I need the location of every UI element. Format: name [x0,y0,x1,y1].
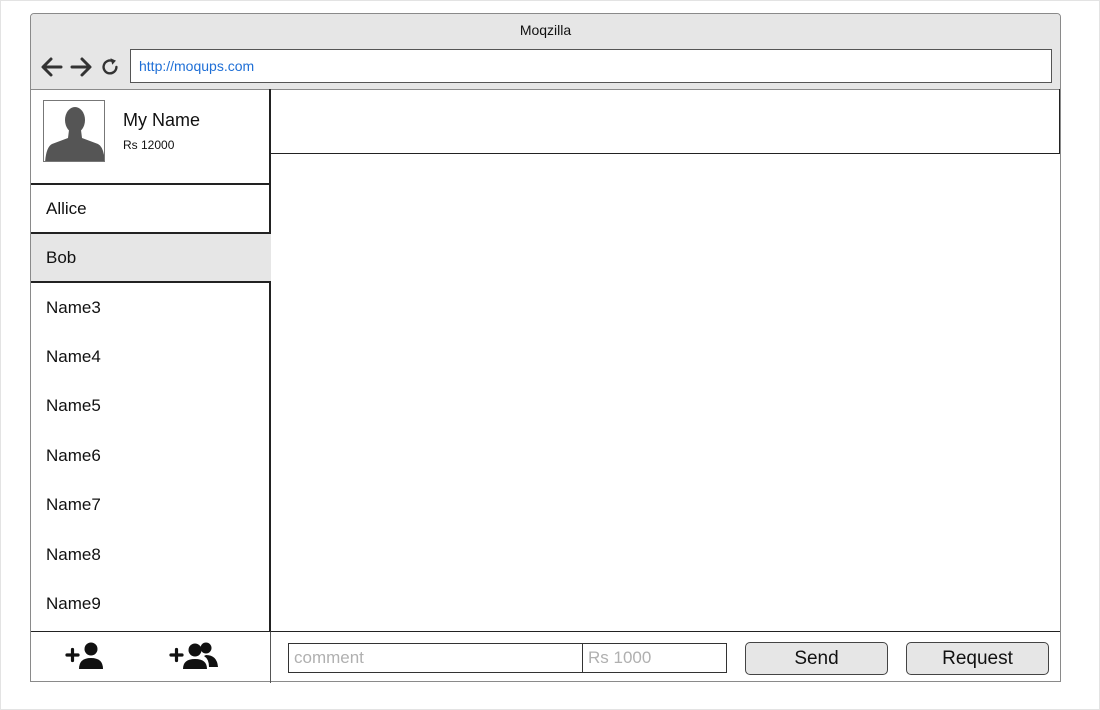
amount-input[interactable] [582,643,727,673]
sidebar-footer [31,631,271,683]
contact-item-name5[interactable]: Name5 [31,382,271,431]
url-bar[interactable]: http://moqups.com [130,49,1052,83]
url-text: http://moqups.com [139,58,255,74]
contact-label: Name3 [46,298,101,317]
contact-item-name8[interactable]: Name8 [31,531,271,580]
composer-bar: Send Request [271,631,1060,683]
chat-messages-area [271,154,1060,631]
window-title: Moqzilla [519,22,572,38]
contact-label: Name4 [46,347,101,366]
contact-label: Name6 [46,446,101,465]
back-arrow-icon[interactable] [40,55,64,79]
contacts-sidebar: My Name Rs 12000 Allice Bob Name3 Name4 … [31,89,271,631]
add-user-icon[interactable] [65,641,107,673]
contact-label: Allice [46,199,87,218]
profile-name: My Name [123,110,201,130]
user-silhouette-icon [44,101,104,161]
contact-item-allice[interactable]: Allice [31,185,271,234]
forward-arrow-icon[interactable] [69,55,93,79]
contact-item-name9[interactable]: Name9 [31,580,271,629]
reload-icon[interactable] [99,56,121,78]
contact-label: Name5 [46,396,101,415]
contact-label: Name9 [46,594,101,613]
contact-item-bob[interactable]: Bob [31,234,271,283]
browser-titlebar: Moqzilla http://moqups.com [31,14,1060,90]
chat-header [271,89,1060,154]
request-button[interactable]: Request [906,642,1049,675]
profile-card: My Name Rs 12000 [31,89,271,185]
add-group-icon[interactable] [169,641,221,673]
browser-window: Moqzilla http://moqups.com My Name Rs 12… [30,13,1061,683]
send-button[interactable]: Send [745,642,888,675]
contact-item-name3[interactable]: Name3 [31,284,271,333]
contact-label: Name7 [46,495,101,514]
contact-item-name7[interactable]: Name7 [31,481,271,530]
profile-balance: Rs 12000 [123,138,175,152]
avatar [43,100,105,162]
contact-label: Name8 [46,545,101,564]
comment-input[interactable] [288,643,583,673]
contact-label: Bob [46,248,77,267]
contact-item-name4[interactable]: Name4 [31,333,271,382]
contact-item-name6[interactable]: Name6 [31,432,271,481]
